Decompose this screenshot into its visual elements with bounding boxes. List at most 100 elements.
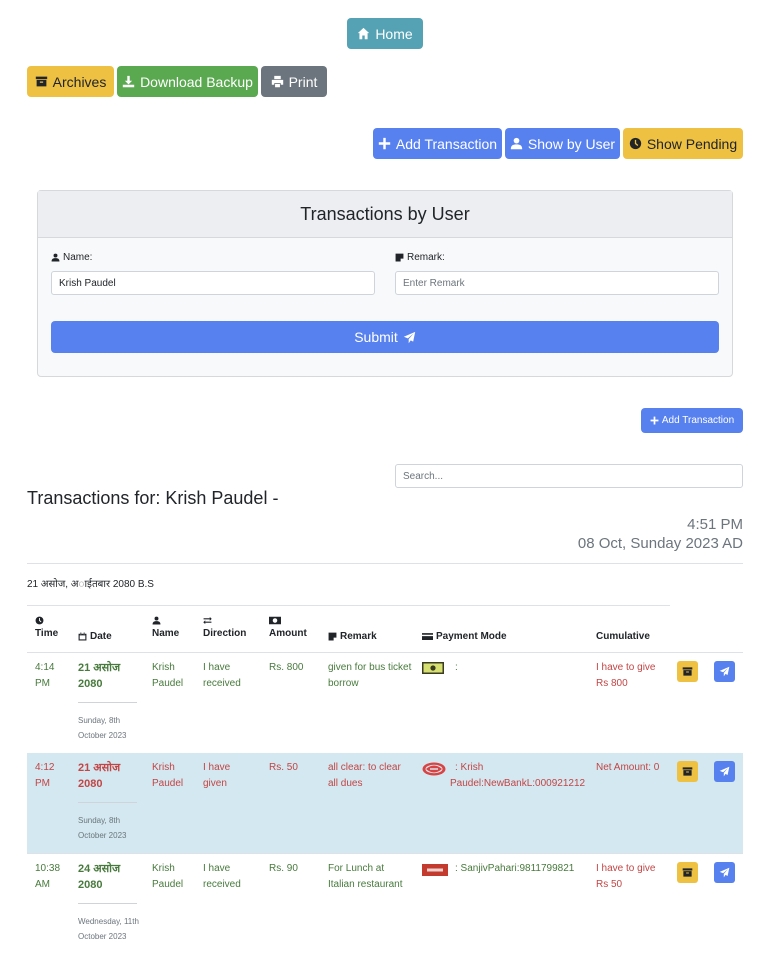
home-icon	[358, 27, 370, 40]
submit-button-label: Submit	[354, 329, 398, 345]
row-date-en: Wednesday, 11th October 2023	[78, 917, 139, 941]
row-direction: I have given	[203, 762, 231, 789]
th-time: Time	[35, 616, 58, 639]
row-payment-mode: :	[455, 662, 458, 673]
archive-icon	[682, 667, 693, 676]
name-label-text: Name:	[63, 252, 93, 263]
archive-row-button[interactable]	[677, 862, 698, 883]
credit-card-icon	[422, 633, 433, 640]
money-icon	[269, 616, 281, 625]
send-row-button[interactable]	[714, 761, 735, 782]
archive-icon	[682, 868, 693, 877]
row-amount: Rs. 90	[269, 863, 298, 874]
clock-icon	[629, 137, 642, 150]
card-title: Transactions by User	[38, 191, 732, 238]
send-row-button[interactable]	[714, 862, 735, 883]
row-date-en: Sunday, 8th October 2023	[78, 816, 127, 840]
user-icon	[510, 137, 523, 150]
paper-plane-icon	[719, 766, 730, 777]
paper-plane-icon	[719, 666, 730, 677]
paper-plane-icon	[403, 331, 415, 343]
th-payment-mode: Payment Mode	[422, 631, 507, 644]
show-by-user-button[interactable]: Show by User	[505, 128, 620, 159]
archive-row-button[interactable]	[677, 661, 698, 682]
th-remark-label: Remark	[340, 631, 377, 642]
row-time: 4:12 PM	[35, 762, 55, 789]
print-button[interactable]: Print	[261, 66, 327, 97]
search-input[interactable]: Search...	[395, 464, 743, 488]
date-separator	[78, 903, 137, 904]
row-remark: For Lunch at Italian restaurant	[328, 863, 403, 890]
th-name: Name	[152, 616, 179, 639]
send-row-button[interactable]	[714, 661, 735, 682]
print-button-label: Print	[288, 73, 318, 90]
show-pending-button[interactable]: Show Pending	[623, 128, 743, 159]
row-amount: Rs. 50	[269, 762, 298, 773]
home-button[interactable]: Home	[347, 18, 423, 49]
remark-label-text: Remark:	[407, 252, 445, 263]
date-separator	[78, 802, 137, 803]
row-name: Krish Paudel	[152, 863, 184, 890]
calendar-icon	[78, 632, 87, 641]
row-payment-mode: : Krish Paudel:NewBankL:000921212	[450, 762, 586, 789]
wallet-logo-icon	[422, 864, 448, 876]
th-name-label: Name	[152, 628, 180, 639]
plus-icon	[378, 137, 391, 150]
current-date: 08 Oct, Sunday 2023 AD	[577, 535, 743, 552]
row-direction: I have received	[203, 863, 241, 890]
name-input[interactable]: Krish Paudel	[51, 271, 375, 295]
archive-icon	[682, 767, 693, 776]
archive-icon	[35, 76, 47, 87]
th-amount: Amount	[269, 616, 307, 639]
note-icon	[395, 253, 404, 262]
download-backup-button[interactable]: Download Backup	[117, 66, 258, 97]
home-button-label: Home	[375, 25, 413, 42]
th-direction: Direction	[203, 616, 246, 639]
row-cumulative: Net Amount: 0	[596, 762, 660, 773]
remark-input[interactable]: Enter Remark	[395, 271, 719, 295]
row-amount: Rs. 800	[269, 662, 304, 673]
cash-icon	[422, 662, 444, 674]
th-direction-label: Direction	[203, 628, 247, 639]
date-separator	[78, 702, 137, 703]
row-remark: given for bus ticket borrow	[328, 662, 412, 689]
add-transaction-label: Add Transaction	[395, 135, 498, 152]
transactions-heading: Transactions for: Krish Paudel -	[27, 488, 279, 508]
row-direction: I have received	[203, 662, 241, 689]
row-date-np: 21 असोज 2080	[78, 662, 121, 690]
row-date-en: Sunday, 8th October 2023	[78, 716, 127, 740]
row-time: 4:14 PM	[35, 662, 55, 689]
archive-row-button[interactable]	[677, 761, 698, 782]
row-name: Krish Paudel	[152, 762, 184, 789]
row-remark: all clear: to clear all dues	[328, 762, 401, 789]
th-cumulative: Cumulative	[596, 631, 650, 642]
user-icon	[152, 616, 161, 625]
th-time-label: Time	[35, 628, 59, 639]
nepali-date: 21 असोज, अाईतबार 2080 B.S	[27, 579, 154, 590]
th-payment-mode-label: Payment Mode	[436, 631, 507, 642]
plus-icon	[650, 416, 659, 425]
show-pending-label: Show Pending	[646, 135, 738, 152]
transactions-by-user-card: Transactions by User Name: Krish Paudel …	[37, 190, 733, 377]
table-row: 10:38 AM 24 असोज 2080 Wednesday, 11th Oc…	[27, 853, 743, 963]
row-payment-mode: : SanjivPahari:9811799821	[455, 863, 575, 874]
add-transaction-small-button[interactable]: Add Transaction	[641, 408, 743, 433]
print-icon	[271, 75, 283, 88]
add-transaction-button[interactable]: Add Transaction	[373, 128, 502, 159]
table-row: 4:14 PM 21 असोज 2080 Sunday, 8th October…	[27, 653, 743, 753]
remark-label: Remark:	[395, 252, 445, 263]
name-label: Name:	[51, 252, 92, 263]
row-name: Krish Paudel	[152, 662, 184, 689]
submit-button[interactable]: Submit	[51, 321, 719, 353]
archives-button[interactable]: Archives	[27, 66, 114, 97]
table-row: 4:12 PM 21 असोज 2080 Sunday, 8th October…	[27, 753, 743, 853]
row-cumulative: I have to give Rs 800	[596, 662, 656, 689]
divider	[27, 563, 743, 564]
th-date-label: Date	[90, 631, 112, 642]
th-amount-label: Amount	[269, 628, 307, 639]
download-backup-label: Download Backup	[140, 73, 253, 90]
clock-icon	[35, 616, 44, 625]
exchange-icon	[203, 616, 212, 625]
divider	[27, 605, 670, 606]
current-time: 4:51 PM	[687, 516, 743, 533]
